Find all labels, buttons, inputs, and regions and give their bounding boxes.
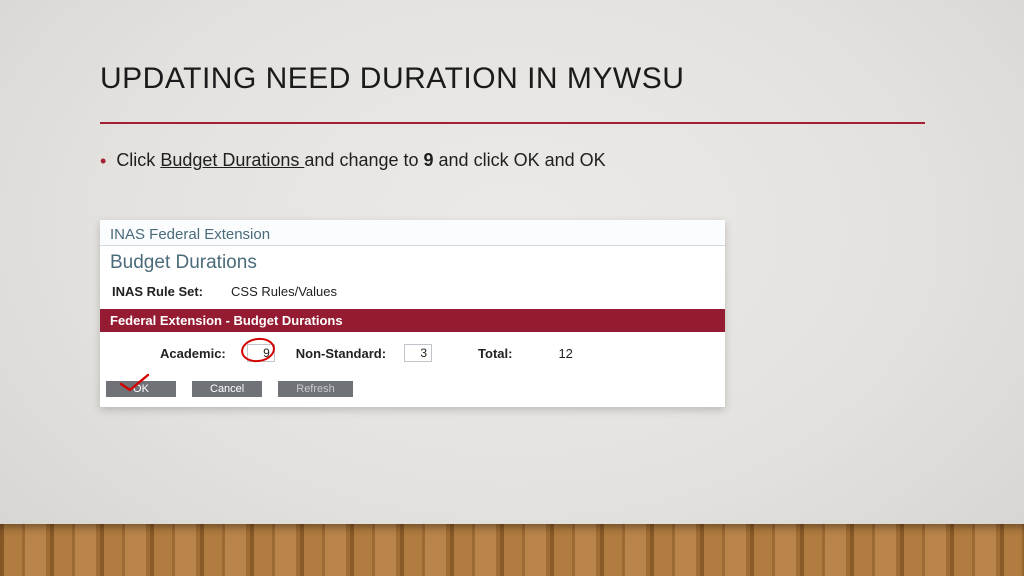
instruction-bullet: • Click Budget Durations and change to 9… (100, 150, 606, 171)
bullet-bold: 9 (424, 150, 434, 170)
panel-breadcrumb: INAS Federal Extension (100, 220, 725, 246)
wood-floor-decoration (0, 524, 1024, 576)
rule-set-label: INAS Rule Set: (112, 284, 203, 299)
ok-button-wrap: OK (106, 380, 176, 397)
cancel-button[interactable]: Cancel (192, 381, 262, 397)
academic-label: Academic: (160, 346, 226, 361)
rule-set-row: INAS Rule Set: CSS Rules/Values (100, 284, 725, 309)
bullet-part: and change to (304, 150, 423, 170)
bullet-part: Click (116, 150, 160, 170)
rule-set-value: CSS Rules/Values (231, 284, 337, 299)
bullet-icon: • (100, 152, 106, 170)
refresh-button[interactable]: Refresh (278, 381, 353, 397)
bullet-underlined: Budget Durations (160, 150, 304, 170)
durations-row: Academic: 9 Non-Standard: 3 Total: 12 (100, 332, 725, 376)
title-divider (100, 122, 925, 124)
section-band: Federal Extension - Budget Durations (100, 309, 725, 332)
bullet-text: Click Budget Durations and change to 9 a… (116, 150, 605, 171)
screenshot-panel: INAS Federal Extension Budget Durations … (100, 220, 725, 407)
academic-field-wrap: 9 (244, 342, 278, 364)
nonstandard-input[interactable]: 3 (404, 344, 432, 362)
bullet-part: and click OK and OK (434, 150, 606, 170)
button-bar: OK Cancel Refresh (100, 376, 725, 407)
nonstandard-label: Non-Standard: (296, 346, 386, 361)
slide-title: UPDATING NEED DURATION IN MYWSU (100, 62, 684, 96)
panel-heading: Budget Durations (100, 246, 725, 284)
total-value: 12 (558, 346, 572, 361)
total-label: Total: (478, 346, 512, 361)
ok-button[interactable]: OK (106, 381, 176, 397)
slide: UPDATING NEED DURATION IN MYWSU • Click … (0, 0, 1024, 576)
academic-input[interactable]: 9 (247, 344, 275, 362)
